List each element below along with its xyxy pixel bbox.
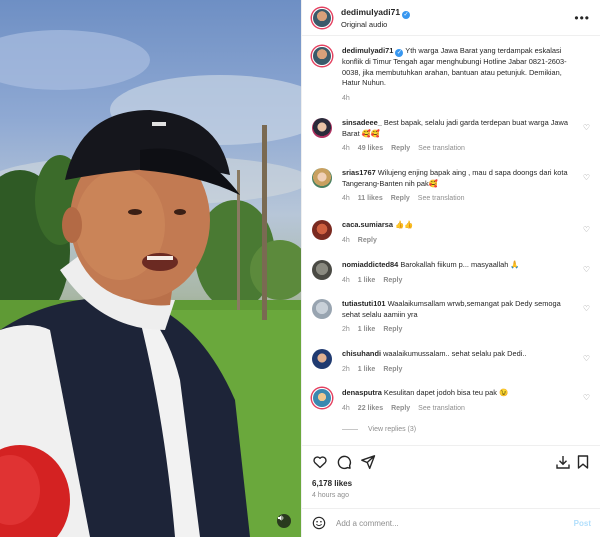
see-translation-button[interactable]: See translation (418, 195, 465, 202)
heart-icon[interactable]: ♡ (583, 265, 590, 274)
view-replies-button[interactable]: View replies (3) (342, 426, 600, 433)
post-time[interactable]: 4 hours ago (312, 492, 349, 499)
comment-likes[interactable]: 1 like (358, 326, 376, 333)
likes-count[interactable]: 6,178 likes (312, 479, 352, 488)
comment-text: waalaikumussalam.. sehat selalu pak Dedi… (383, 349, 527, 358)
reply-button[interactable]: Reply (383, 366, 402, 373)
commenter-avatar[interactable] (312, 220, 332, 240)
heart-icon[interactable]: ♡ (583, 173, 590, 182)
comment-likes[interactable]: 1 like (358, 366, 376, 373)
reply-button[interactable]: Reply (383, 277, 402, 284)
comment-likes[interactable]: 1 like (358, 277, 376, 284)
reply-button[interactable]: Reply (391, 145, 410, 152)
see-translation-button[interactable]: See translation (418, 145, 465, 152)
post-panel: dedimulyadi71 ✓ Original audio ••• dedimu… (301, 0, 600, 537)
comment-input[interactable] (336, 518, 574, 528)
caption-time[interactable]: 4h (342, 95, 350, 102)
comment-likes[interactable]: 22 likes (358, 405, 383, 412)
post-header: dedimulyadi71 ✓ Original audio ••• (302, 0, 600, 36)
comment-text: 👍👍 (395, 220, 414, 229)
comment-icon[interactable] (336, 454, 352, 470)
comment-time[interactable]: 4h (342, 145, 350, 152)
volume-icon[interactable] (277, 514, 291, 528)
author-avatar[interactable] (312, 46, 332, 66)
comments-list[interactable]: dedimulyadi71 ✓ Yth warga Jawa Barat yang… (302, 37, 600, 445)
audio-label[interactable]: Original audio (341, 19, 574, 30)
reply-button[interactable]: Reply (391, 405, 410, 412)
author-username[interactable]: dedimulyadi71 (341, 7, 400, 17)
caption-username[interactable]: dedimulyadi71 (342, 46, 393, 55)
commenter-avatar[interactable] (312, 168, 332, 188)
commenter-avatar[interactable] (312, 299, 332, 319)
commenter-avatar[interactable] (312, 118, 332, 138)
author-avatar[interactable] (312, 7, 332, 28)
heart-icon[interactable]: ♡ (583, 354, 590, 363)
bookmark-icon[interactable] (575, 454, 591, 470)
post-button[interactable]: Post (574, 519, 591, 528)
comment-text: Kesulitan dapet jodoh bisa teu pak 😉 (383, 388, 509, 397)
comment-likes[interactable]: 49 likes (358, 145, 383, 152)
comment-composer: Post (302, 508, 600, 537)
comment-username[interactable]: chisuhandi (342, 349, 381, 358)
video-frame-illustration (0, 30, 301, 537)
commenter-avatar[interactable] (312, 349, 332, 369)
comment-username[interactable]: denasputra (342, 388, 382, 397)
comment-time[interactable]: 2h (342, 366, 350, 373)
comment-time[interactable]: 4h (342, 277, 350, 284)
download-icon[interactable] (555, 454, 571, 470)
comment-username[interactable]: sinsadeee_ (342, 118, 382, 127)
commenter-avatar[interactable] (312, 260, 332, 280)
verified-badge-icon: ✓ (402, 11, 411, 19)
reply-button[interactable]: Reply (383, 326, 402, 333)
view-replies-label[interactable]: View replies (3) (368, 426, 416, 433)
comment-username[interactable]: nomiaddicted84 (342, 260, 398, 269)
reel-video[interactable] (0, 0, 301, 537)
verified-badge-icon: ✓ (395, 49, 404, 57)
heart-icon[interactable]: ♡ (583, 304, 590, 313)
reply-button[interactable]: Reply (358, 237, 377, 244)
heart-icon[interactable]: ♡ (583, 225, 590, 234)
comment-username[interactable]: caca.sumiarsa (342, 220, 393, 229)
see-translation-button[interactable]: See translation (418, 405, 465, 412)
replies-divider (342, 428, 358, 430)
commenter-avatar[interactable] (312, 388, 332, 408)
heart-icon[interactable] (312, 454, 328, 470)
comment-text: Barokallah fiikum p... masyaallah 🙏 (400, 260, 520, 269)
comment-time[interactable]: 4h (342, 195, 350, 202)
share-icon[interactable] (360, 454, 376, 470)
comment-username[interactable]: tutiastuti101 (342, 299, 386, 308)
comment-likes[interactable]: 11 likes (358, 195, 383, 202)
ellipsis-icon[interactable]: ••• (574, 11, 590, 25)
post-actions: 6,178 likes 4 hours ago (302, 445, 600, 508)
heart-icon[interactable]: ♡ (583, 393, 590, 402)
reply-button[interactable]: Reply (391, 195, 410, 202)
emoji-icon[interactable] (312, 516, 326, 530)
comment-text: Wilujeng enjing bapak aing , mau d sapa … (342, 168, 568, 188)
comment-time[interactable]: 4h (342, 405, 350, 412)
comment-username[interactable]: srias1767 (342, 168, 376, 177)
comment-time[interactable]: 2h (342, 326, 350, 333)
heart-icon[interactable]: ♡ (583, 123, 590, 132)
comment-time[interactable]: 4h (342, 237, 350, 244)
